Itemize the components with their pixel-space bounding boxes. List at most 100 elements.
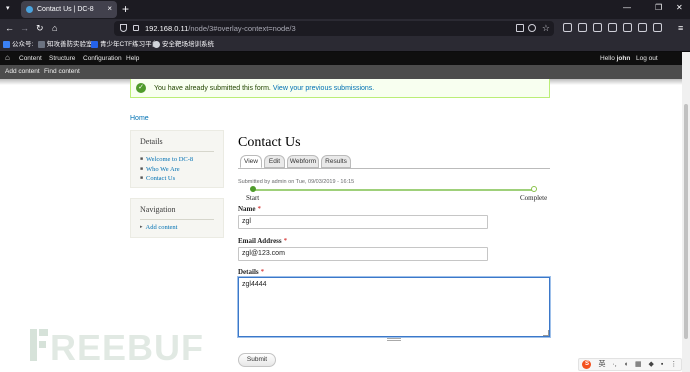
punctuation-icon[interactable]: ·,	[612, 360, 616, 369]
check-icon: ✓	[136, 83, 146, 93]
name-field[interactable]: zgl	[238, 215, 488, 229]
extension-icon-2[interactable]	[608, 23, 617, 32]
reload-icon[interactable]: ↻	[36, 23, 44, 33]
tab-list-icon[interactable]: ▾	[6, 5, 14, 13]
extension-icon-1[interactable]	[593, 23, 602, 32]
home-icon[interactable]: ⌂	[52, 23, 57, 33]
skin-icon[interactable]: ◆	[649, 360, 654, 369]
toolbar-greeting: Hello john	[600, 55, 631, 62]
tab-close-icon[interactable]: ×	[107, 5, 112, 13]
extensions-puzzle-icon[interactable]	[653, 23, 662, 32]
details-menu: ■ Welcome to DC-8 ■ Who We Are ■ Contact Us	[140, 155, 193, 184]
breadcrumb-home[interactable]: Home	[130, 114, 149, 123]
freebuf-watermark: REEBUF	[28, 327, 203, 367]
bookmark-item[interactable]: 公众号:	[3, 39, 33, 50]
logout-link[interactable]: Log out	[636, 54, 658, 63]
progress-bar	[253, 189, 534, 191]
sogou-logo-icon[interactable]: S	[582, 360, 592, 369]
bookmark-star-icon[interactable]: ☆	[542, 22, 550, 34]
browser-tab[interactable]: Contact Us | DC-8 ×	[21, 1, 117, 18]
name-label: Name *	[238, 205, 261, 213]
forward-icon[interactable]: →	[20, 23, 29, 33]
shortcut-bar: Add content Find content	[0, 65, 682, 79]
window-close-icon[interactable]: ✕	[676, 3, 683, 13]
submitted-by: Submitted by admin on Tue, 09/03/2019 - …	[238, 179, 355, 185]
page-scrollbar[interactable]	[682, 52, 690, 372]
bookmark-item[interactable]: 青少年CTF练习平台	[91, 39, 158, 50]
progress-label-start: Start	[246, 194, 260, 202]
tab-webform[interactable]: Webform	[287, 155, 319, 168]
details-block-title: Details	[140, 137, 163, 146]
menu-item-welcome[interactable]: ■ Welcome to DC-8	[140, 155, 193, 165]
status-message: ✓ You have already submitted this form. …	[130, 79, 550, 98]
scrollbar-thumb[interactable]	[684, 104, 688, 339]
bookmark-favicon-icon	[3, 41, 10, 48]
details-label: Details *	[238, 268, 265, 276]
menu-item-who-we-are[interactable]: ■ Who We Are	[140, 165, 193, 175]
toolbar-item-structure[interactable]: Structure	[49, 54, 75, 63]
toolbar-item-configuration[interactable]: Configuration	[83, 54, 122, 63]
menu-item-contact-us[interactable]: ■ Contact Us	[140, 174, 193, 184]
admin-toolbar: ⌂ Content Structure Configuration Help H…	[0, 52, 682, 65]
browser-tab-bar: ▾ Contact Us | DC-8 × + — ❐ ✕	[0, 0, 690, 19]
tabs-divider	[238, 168, 550, 169]
bookmark-favicon-icon	[153, 41, 160, 48]
tab-edit[interactable]: Edit	[264, 155, 285, 168]
watermark-text: REEBUF	[50, 327, 205, 368]
keyboard-icon[interactable]: ▦	[635, 360, 642, 369]
tab-favicon-icon	[26, 6, 33, 13]
maximize-icon[interactable]: ❐	[655, 3, 662, 13]
browser-nav-bar: ← → ↻ ⌂ 192.168.0.11/node/3#overlay-cont…	[0, 19, 690, 38]
tab-view[interactable]: View	[240, 155, 262, 168]
shortcut-add-content[interactable]: Add content	[5, 68, 40, 76]
block-divider	[140, 219, 214, 220]
toolbar-home-icon[interactable]: ⌂	[5, 53, 10, 63]
tab-results[interactable]: Results	[321, 155, 351, 168]
shortcut-find-content[interactable]: Find content	[44, 68, 80, 76]
pocket-icon[interactable]	[563, 23, 572, 32]
bookmark-item[interactable]: 知攻善防实验室	[38, 39, 93, 50]
extension-icon-4[interactable]	[638, 23, 647, 32]
navigation-block-title: Navigation	[140, 205, 176, 214]
url-text[interactable]: 192.168.0.11/node/3#overlay-context=node…	[145, 23, 296, 34]
tracking-shield-icon[interactable]	[120, 24, 127, 32]
new-tab-icon[interactable]: +	[122, 2, 129, 16]
bookmark-item[interactable]: 安全靶场培训系统	[153, 39, 214, 50]
minimize-icon[interactable]: —	[623, 3, 631, 13]
status-text: You have already submitted this form. Vi…	[154, 85, 375, 92]
toolbar-username[interactable]: john	[617, 55, 631, 62]
toolbox-icon[interactable]: ▪	[661, 360, 663, 369]
textarea-grippie[interactable]	[387, 338, 401, 341]
menu-item-add-content[interactable]: ▸ Add content	[140, 223, 177, 233]
email-field[interactable]: zgl@123.com	[238, 247, 488, 261]
insecure-lock-icon[interactable]	[133, 25, 139, 31]
navigation-menu: ▸ Add content	[140, 223, 177, 233]
block-divider	[140, 151, 214, 152]
bookmarks-bar: 公众号: 知攻善防实验室 青少年CTF练习平台 安全靶场培训系统	[0, 38, 690, 52]
ime-menu-icon[interactable]: ⋮	[670, 360, 677, 369]
downloads-icon[interactable]	[578, 23, 587, 32]
bookmark-favicon-icon	[38, 41, 45, 48]
microphone-icon[interactable]: ◖	[624, 360, 628, 369]
reader-view-icon[interactable]	[516, 24, 524, 32]
navigation-block: Navigation ▸ Add content	[130, 198, 224, 238]
details-block: Details ■ Welcome to DC-8 ■ Who We Are ■ Co…	[130, 130, 224, 188]
extension-icon-3[interactable]	[623, 23, 632, 32]
progress-step-start	[250, 186, 256, 192]
url-bar[interactable]: 192.168.0.11/node/3#overlay-context=node…	[114, 21, 554, 36]
ime-language-toggle[interactable]: 英	[598, 360, 605, 369]
textarea-resize-handle[interactable]	[543, 330, 549, 336]
bookmark-favicon-icon	[91, 41, 98, 48]
freebuf-logo-icon	[30, 329, 48, 361]
back-icon[interactable]: ←	[5, 23, 14, 33]
toolbar-item-content[interactable]: Content	[19, 54, 42, 63]
translate-icon[interactable]	[528, 24, 536, 32]
toolbar-item-help[interactable]: Help	[126, 54, 139, 63]
details-textarea[interactable]: zgl4444	[238, 277, 550, 337]
page-title: Contact Us	[238, 135, 301, 150]
tab-title: Contact Us | DC-8	[37, 6, 94, 13]
hamburger-menu-icon[interactable]: ≡	[678, 23, 683, 33]
previous-submissions-link[interactable]: View your previous submissions.	[273, 85, 374, 92]
submit-button[interactable]: Submit	[238, 353, 276, 367]
progress-step-complete	[531, 186, 537, 192]
